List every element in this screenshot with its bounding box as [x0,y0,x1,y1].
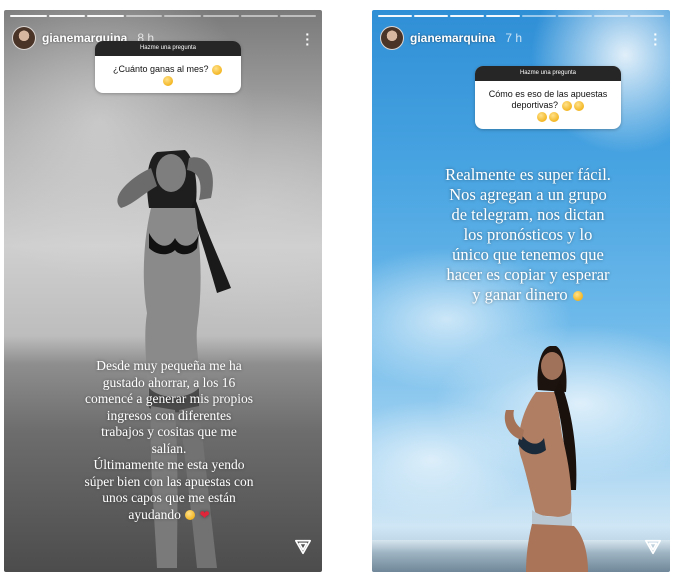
emoji-icon [572,291,583,302]
emoji-icon [573,100,584,111]
caption-line: los pronósticos y lo [463,225,593,244]
story-progress [10,15,316,17]
send-icon[interactable] [644,538,662,556]
emoji-icon [163,75,173,86]
heart-icon: ❤ [199,507,210,522]
caption-line: Últimamente me esta yendo [93,457,245,472]
question-text-wrap: Cómo es eso de las apuestas deportivas? [475,81,621,129]
story-caption: Desde muy pequeña me ha gustado ahorrar,… [54,358,284,523]
question-header: Hazme una pregunta [95,41,241,56]
emoji-icon [212,64,223,75]
avatar[interactable] [12,26,36,50]
caption-line: único que tenemos que [452,245,604,264]
caption-line: Realmente es super fácil. [445,165,611,184]
question-sticker[interactable]: Hazme una pregunta ¿Cuánto ganas al mes? [95,41,241,93]
caption-line: unos capos que me están [102,490,236,505]
question-header: Hazme una pregunta [475,66,621,81]
story-right[interactable]: gianemarquina 7 h · · · Hazme una pregunta… [372,10,670,572]
caption-line: de telegram, nos dictan [451,205,605,224]
question-text-wrap: ¿Cuánto ganas al mes? [95,56,241,93]
question-text: Cómo es eso de las apuestas deportivas? [488,89,608,110]
question-text: ¿Cuánto ganas al mes? [112,64,209,74]
screenshot-canvas: gianemarquina 8 h · · · Hazme una pregunta… [0,0,673,575]
caption-line-with-emoji: y ganar dinero [410,285,646,305]
send-icon[interactable] [294,538,312,556]
caption-line: Desde muy pequeña me ha [96,358,242,373]
emoji-icon [549,111,559,122]
story-left[interactable]: gianemarquina 8 h · · · Hazme una pregunta… [4,10,322,572]
caption-line: súper bien con las apuestas con [84,473,254,489]
caption-line: Nos agregan a un grupo [449,185,607,204]
emoji-icon [185,510,196,521]
caption-line: ingresos con diferentes [106,407,232,423]
caption-line: gustado ahorrar, a los 16 [102,374,236,390]
avatar[interactable] [380,26,404,50]
caption-line: trabajos y cositas que me [101,424,237,439]
caption-line-with-emoji: ayudando ❤ [54,507,284,524]
story-caption: Realmente es super fácil. Nos agregan a … [410,165,646,305]
emoji-icon [537,111,547,122]
more-icon[interactable]: · · · [653,27,658,51]
caption-line: y ganar dinero [472,285,568,304]
post-time: 7 h [505,31,523,45]
caption-line: comencé a generar mis propios [85,391,253,406]
woman-figure [504,346,588,572]
emoji-icon [561,100,572,111]
caption-line: hacer es copiar y esperar [446,265,610,284]
username[interactable]: gianemarquina [410,31,495,45]
story-header: gianemarquina 7 h [380,26,522,50]
question-sticker[interactable]: Hazme una pregunta Cómo es eso de las ap… [475,66,621,129]
caption-line: ayudando [128,506,181,522]
caption-line: salían. [151,440,187,456]
more-icon[interactable]: · · · [305,27,310,51]
story-progress [378,15,664,17]
